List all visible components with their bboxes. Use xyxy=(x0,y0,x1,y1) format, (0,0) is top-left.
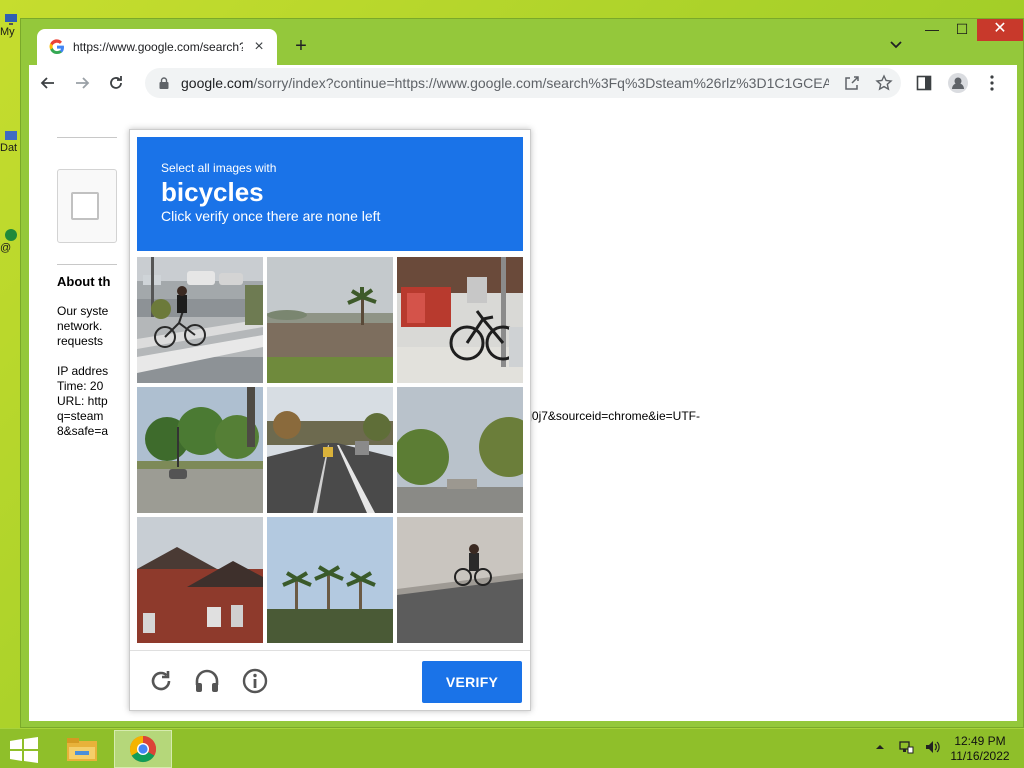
captcha-header: Select all images with bicycles Click ve… xyxy=(137,137,523,251)
desktop-icon-label: Dat xyxy=(0,142,18,154)
captcha-tile-1[interactable] xyxy=(137,257,263,383)
verify-button[interactable]: VERIFY xyxy=(422,661,522,703)
app-icon xyxy=(5,229,17,241)
captcha-prompt: Select all images with xyxy=(161,161,277,175)
chevron-down-icon[interactable] xyxy=(887,35,905,53)
tab-strip: https://www.google.com/search? × + — ☐ ✕ xyxy=(21,19,1023,65)
captcha-tile-5[interactable] xyxy=(267,387,393,513)
divider xyxy=(57,137,117,138)
captcha-image-grid xyxy=(137,257,523,643)
browser-toolbar: google.com/sorry/index?continue=https://… xyxy=(29,65,1017,101)
captcha-challenge: Select all images with bicycles Click ve… xyxy=(129,129,531,711)
recaptcha-widget xyxy=(57,169,117,243)
forward-button[interactable] xyxy=(67,68,97,98)
desktop-icon-data[interactable]: Dat xyxy=(0,128,18,155)
desktop-icon-app[interactable]: @ xyxy=(0,228,18,255)
windows-start-icon[interactable] xyxy=(8,737,40,763)
info-line: URL: http xyxy=(57,394,108,408)
url-path: /sorry/index?continue=https://www.google… xyxy=(253,75,829,91)
side-panel-button[interactable] xyxy=(913,72,935,94)
reload-icon xyxy=(110,76,122,89)
captcha-keyword: bicycles xyxy=(161,177,264,207)
url-text: google.com/sorry/index?continue=https://… xyxy=(181,75,829,91)
divider xyxy=(57,264,117,265)
chrome-icon xyxy=(129,735,157,763)
palm-field-image xyxy=(267,257,393,383)
captcha-instruction: Click verify once there are none left xyxy=(161,208,381,224)
url-tail: 111j0j7&sourceid=chrome&ie=UTF- xyxy=(511,409,700,423)
tab-title: https://www.google.com/search? xyxy=(73,40,243,54)
cyclist-wall-image xyxy=(397,517,523,643)
browser-tab[interactable]: https://www.google.com/search? × xyxy=(37,29,277,65)
body-line: requests xyxy=(57,334,104,348)
page-viewport: About th Our syste network. requests IP … xyxy=(29,101,1017,721)
clock-date: 11/16/2022 xyxy=(950,749,1010,763)
captcha-tile-7[interactable] xyxy=(137,517,263,643)
kebab-menu-icon xyxy=(990,75,994,91)
profile-button[interactable] xyxy=(947,72,969,94)
info-line: q=steam xyxy=(57,409,104,423)
share-icon[interactable] xyxy=(843,74,861,92)
bookmark-star-icon[interactable] xyxy=(875,74,893,92)
trees-intersection-image xyxy=(137,387,263,513)
show-hidden-icons-icon[interactable] xyxy=(872,739,888,755)
close-window-button[interactable]: ✕ xyxy=(977,19,1023,41)
profile-avatar-icon xyxy=(948,73,968,93)
info-line: Time: 20 xyxy=(57,379,104,393)
captcha-tile-6[interactable] xyxy=(397,387,523,513)
file-explorer-icon xyxy=(67,738,97,761)
captcha-footer: VERIFY xyxy=(130,650,530,710)
back-arrow-icon xyxy=(40,77,54,89)
window-controls: — ☐ ✕ xyxy=(917,19,1023,47)
forward-arrow-icon xyxy=(76,77,90,89)
brick-house-image xyxy=(137,517,263,643)
minimize-button[interactable]: — xyxy=(917,19,947,41)
palm-trees-image xyxy=(267,517,393,643)
lock-icon[interactable] xyxy=(157,76,171,90)
volume-icon[interactable] xyxy=(924,739,940,755)
info-line: IP addres xyxy=(57,364,109,378)
reload-button[interactable] xyxy=(101,68,131,98)
info-icon[interactable] xyxy=(241,667,269,695)
side-panel-icon xyxy=(916,75,932,91)
captcha-tile-2[interactable] xyxy=(267,257,393,383)
parked-bicycle-image xyxy=(397,257,523,383)
url-domain: google.com xyxy=(181,75,254,91)
taskbar-file-explorer[interactable] xyxy=(60,731,104,767)
body-line: Our syste xyxy=(57,304,109,318)
about-heading: About th xyxy=(57,274,111,289)
tree-road-image xyxy=(397,387,523,513)
taskbar: 12:49 PM 11/16/2022 xyxy=(0,728,1024,768)
desktop-icon-label: @ xyxy=(0,242,12,254)
new-tab-button[interactable]: + xyxy=(289,35,313,58)
body-line: network. xyxy=(57,319,103,333)
audio-challenge-icon[interactable] xyxy=(193,667,221,695)
clock-time: 12:49 PM xyxy=(954,734,1006,748)
taskbar-chrome[interactable] xyxy=(114,730,172,768)
back-button[interactable] xyxy=(33,68,63,98)
maximize-button[interactable]: ☐ xyxy=(947,19,977,41)
desktop-icon-label: My xyxy=(0,26,15,38)
desktop-icon-my-computer[interactable]: My xyxy=(0,12,18,39)
menu-button[interactable] xyxy=(981,72,1003,94)
captcha-tile-8[interactable] xyxy=(267,517,393,643)
address-bar[interactable]: google.com/sorry/index?continue=https://… xyxy=(145,68,901,98)
tab-close-icon[interactable]: × xyxy=(251,38,267,56)
highway-image xyxy=(267,387,393,513)
captcha-tile-9[interactable] xyxy=(397,517,523,643)
network-icon[interactable] xyxy=(898,739,914,755)
system-tray xyxy=(872,739,950,755)
browser-window: https://www.google.com/search? × + — ☐ ✕… xyxy=(20,18,1024,728)
folder-icon xyxy=(5,131,17,140)
info-line: 8&safe=a xyxy=(57,424,109,438)
recaptcha-checkbox[interactable] xyxy=(71,192,99,220)
google-favicon-icon xyxy=(49,39,64,55)
captcha-tile-3[interactable] xyxy=(397,257,523,383)
computer-icon xyxy=(5,14,17,25)
street-cyclist-image xyxy=(137,257,263,383)
taskbar-clock[interactable]: 12:49 PM 11/16/2022 xyxy=(944,734,1016,764)
captcha-tile-4[interactable] xyxy=(137,387,263,513)
reload-challenge-icon[interactable] xyxy=(147,667,175,695)
